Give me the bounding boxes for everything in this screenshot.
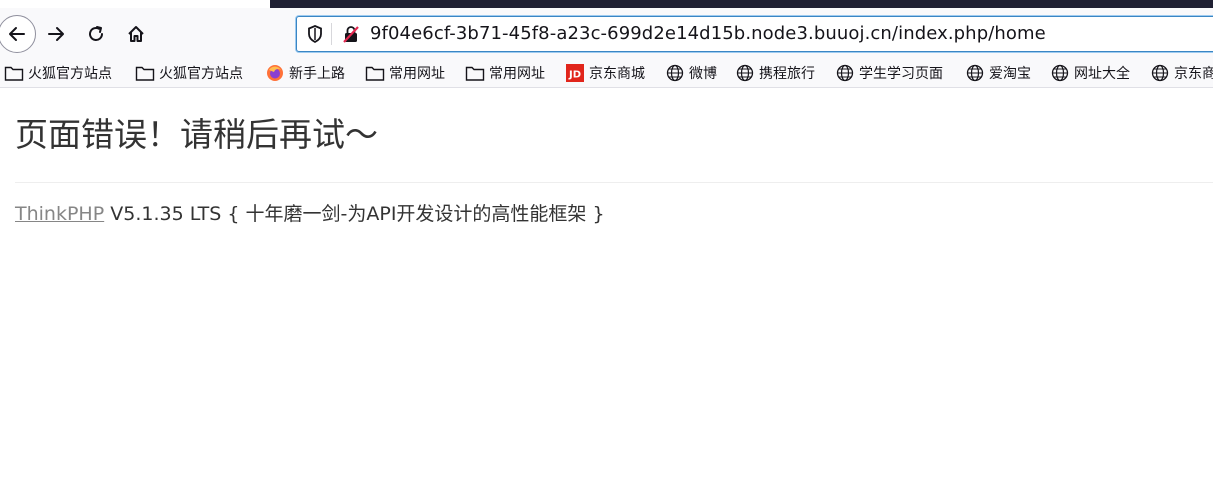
shield-icon[interactable] (305, 24, 325, 44)
forward-button[interactable] (39, 17, 73, 51)
bookmark-label: 携程旅行 (759, 66, 815, 82)
reload-icon (89, 26, 103, 41)
bookmark-url-directory[interactable]: 网址大全 (1050, 62, 1130, 84)
navigation-toolbar: 9f04e6cf-3b71-45f8-a23c-699d2e14d15b.nod… (0, 8, 1213, 59)
bookmark-label: 爱淘宝 (989, 66, 1031, 82)
bookmark-label: 新手上路 (289, 66, 345, 82)
forward-arrow-icon (48, 27, 64, 41)
bookmark-jd[interactable]: JD 京东商城 (565, 62, 645, 84)
bookmark-folder-3[interactable]: 常用网址 (365, 62, 445, 84)
globe-icon (965, 63, 985, 83)
bookmarks-toolbar: 火狐官方站点 火狐官方站点 新手上路 常用网址 常用网址 JD 京东商城 微博 … (0, 59, 1213, 88)
bookmark-getting-started[interactable]: 新手上路 (265, 62, 345, 84)
svg-text:JD: JD (568, 70, 581, 81)
jd-icon: JD (565, 63, 585, 83)
bookmark-label: 火狐官方站点 (28, 66, 112, 82)
globe-icon (835, 63, 855, 83)
bookmark-aitaobao[interactable]: 爱淘宝 (965, 62, 1031, 84)
globe-icon (735, 63, 755, 83)
globe-icon (1050, 63, 1070, 83)
folder-icon (135, 63, 155, 83)
bookmark-jd-2[interactable]: 京东商 (1150, 62, 1213, 84)
url-separator (331, 23, 332, 45)
framework-footer: ThinkPHP V5.1.35 LTS { 十年磨一剑-为API开发设计的高性… (15, 199, 605, 226)
globe-icon (665, 63, 685, 83)
bookmark-folder-1[interactable]: 火狐官方站点 (4, 62, 112, 84)
version-text: V5.1.35 LTS (104, 203, 222, 225)
bookmark-ctrip[interactable]: 携程旅行 (735, 62, 815, 84)
bookmark-label: 网址大全 (1074, 66, 1130, 82)
globe-icon (1150, 63, 1170, 83)
tab-strip (270, 0, 1213, 8)
bookmark-label: 常用网址 (389, 66, 445, 82)
back-button[interactable] (0, 15, 36, 53)
address-bar[interactable]: 9f04e6cf-3b71-45f8-a23c-699d2e14d15b.nod… (296, 16, 1213, 52)
home-button[interactable] (119, 17, 153, 51)
bookmark-folder-2[interactable]: 火狐官方站点 (135, 62, 243, 84)
url-text[interactable]: 9f04e6cf-3b71-45f8-a23c-699d2e14d15b.nod… (370, 23, 1046, 44)
thinkphp-link[interactable]: ThinkPHP (15, 203, 104, 225)
bookmark-label: 学生学习页面 (859, 66, 943, 82)
divider (15, 182, 1213, 183)
bookmark-label: 微博 (689, 66, 717, 82)
bookmark-weibo[interactable]: 微博 (665, 62, 717, 84)
reload-button[interactable] (79, 17, 113, 51)
folder-icon (465, 63, 485, 83)
bookmark-folder-4[interactable]: 常用网址 (465, 62, 545, 84)
folder-icon (4, 63, 24, 83)
firefox-icon (265, 63, 285, 83)
bookmark-label: 火狐官方站点 (159, 66, 243, 82)
folder-icon (365, 63, 385, 83)
page-content: 页面错误！请稍后再试～ ThinkPHP V5.1.35 LTS { 十年磨一剑… (15, 88, 1213, 225)
home-icon (128, 26, 144, 42)
bookmark-student[interactable]: 学生学习页面 (835, 62, 943, 84)
bookmark-label: 京东商 (1174, 66, 1213, 82)
bookmark-label: 常用网址 (489, 66, 545, 82)
error-title: 页面错误！请稍后再试～ (15, 115, 378, 154)
bookmark-label: 京东商城 (589, 66, 645, 82)
slogan-text: { 十年磨一剑-为API开发设计的高性能框架 } (221, 203, 605, 225)
insecure-lock-icon[interactable] (341, 24, 361, 44)
back-arrow-icon (9, 27, 25, 41)
